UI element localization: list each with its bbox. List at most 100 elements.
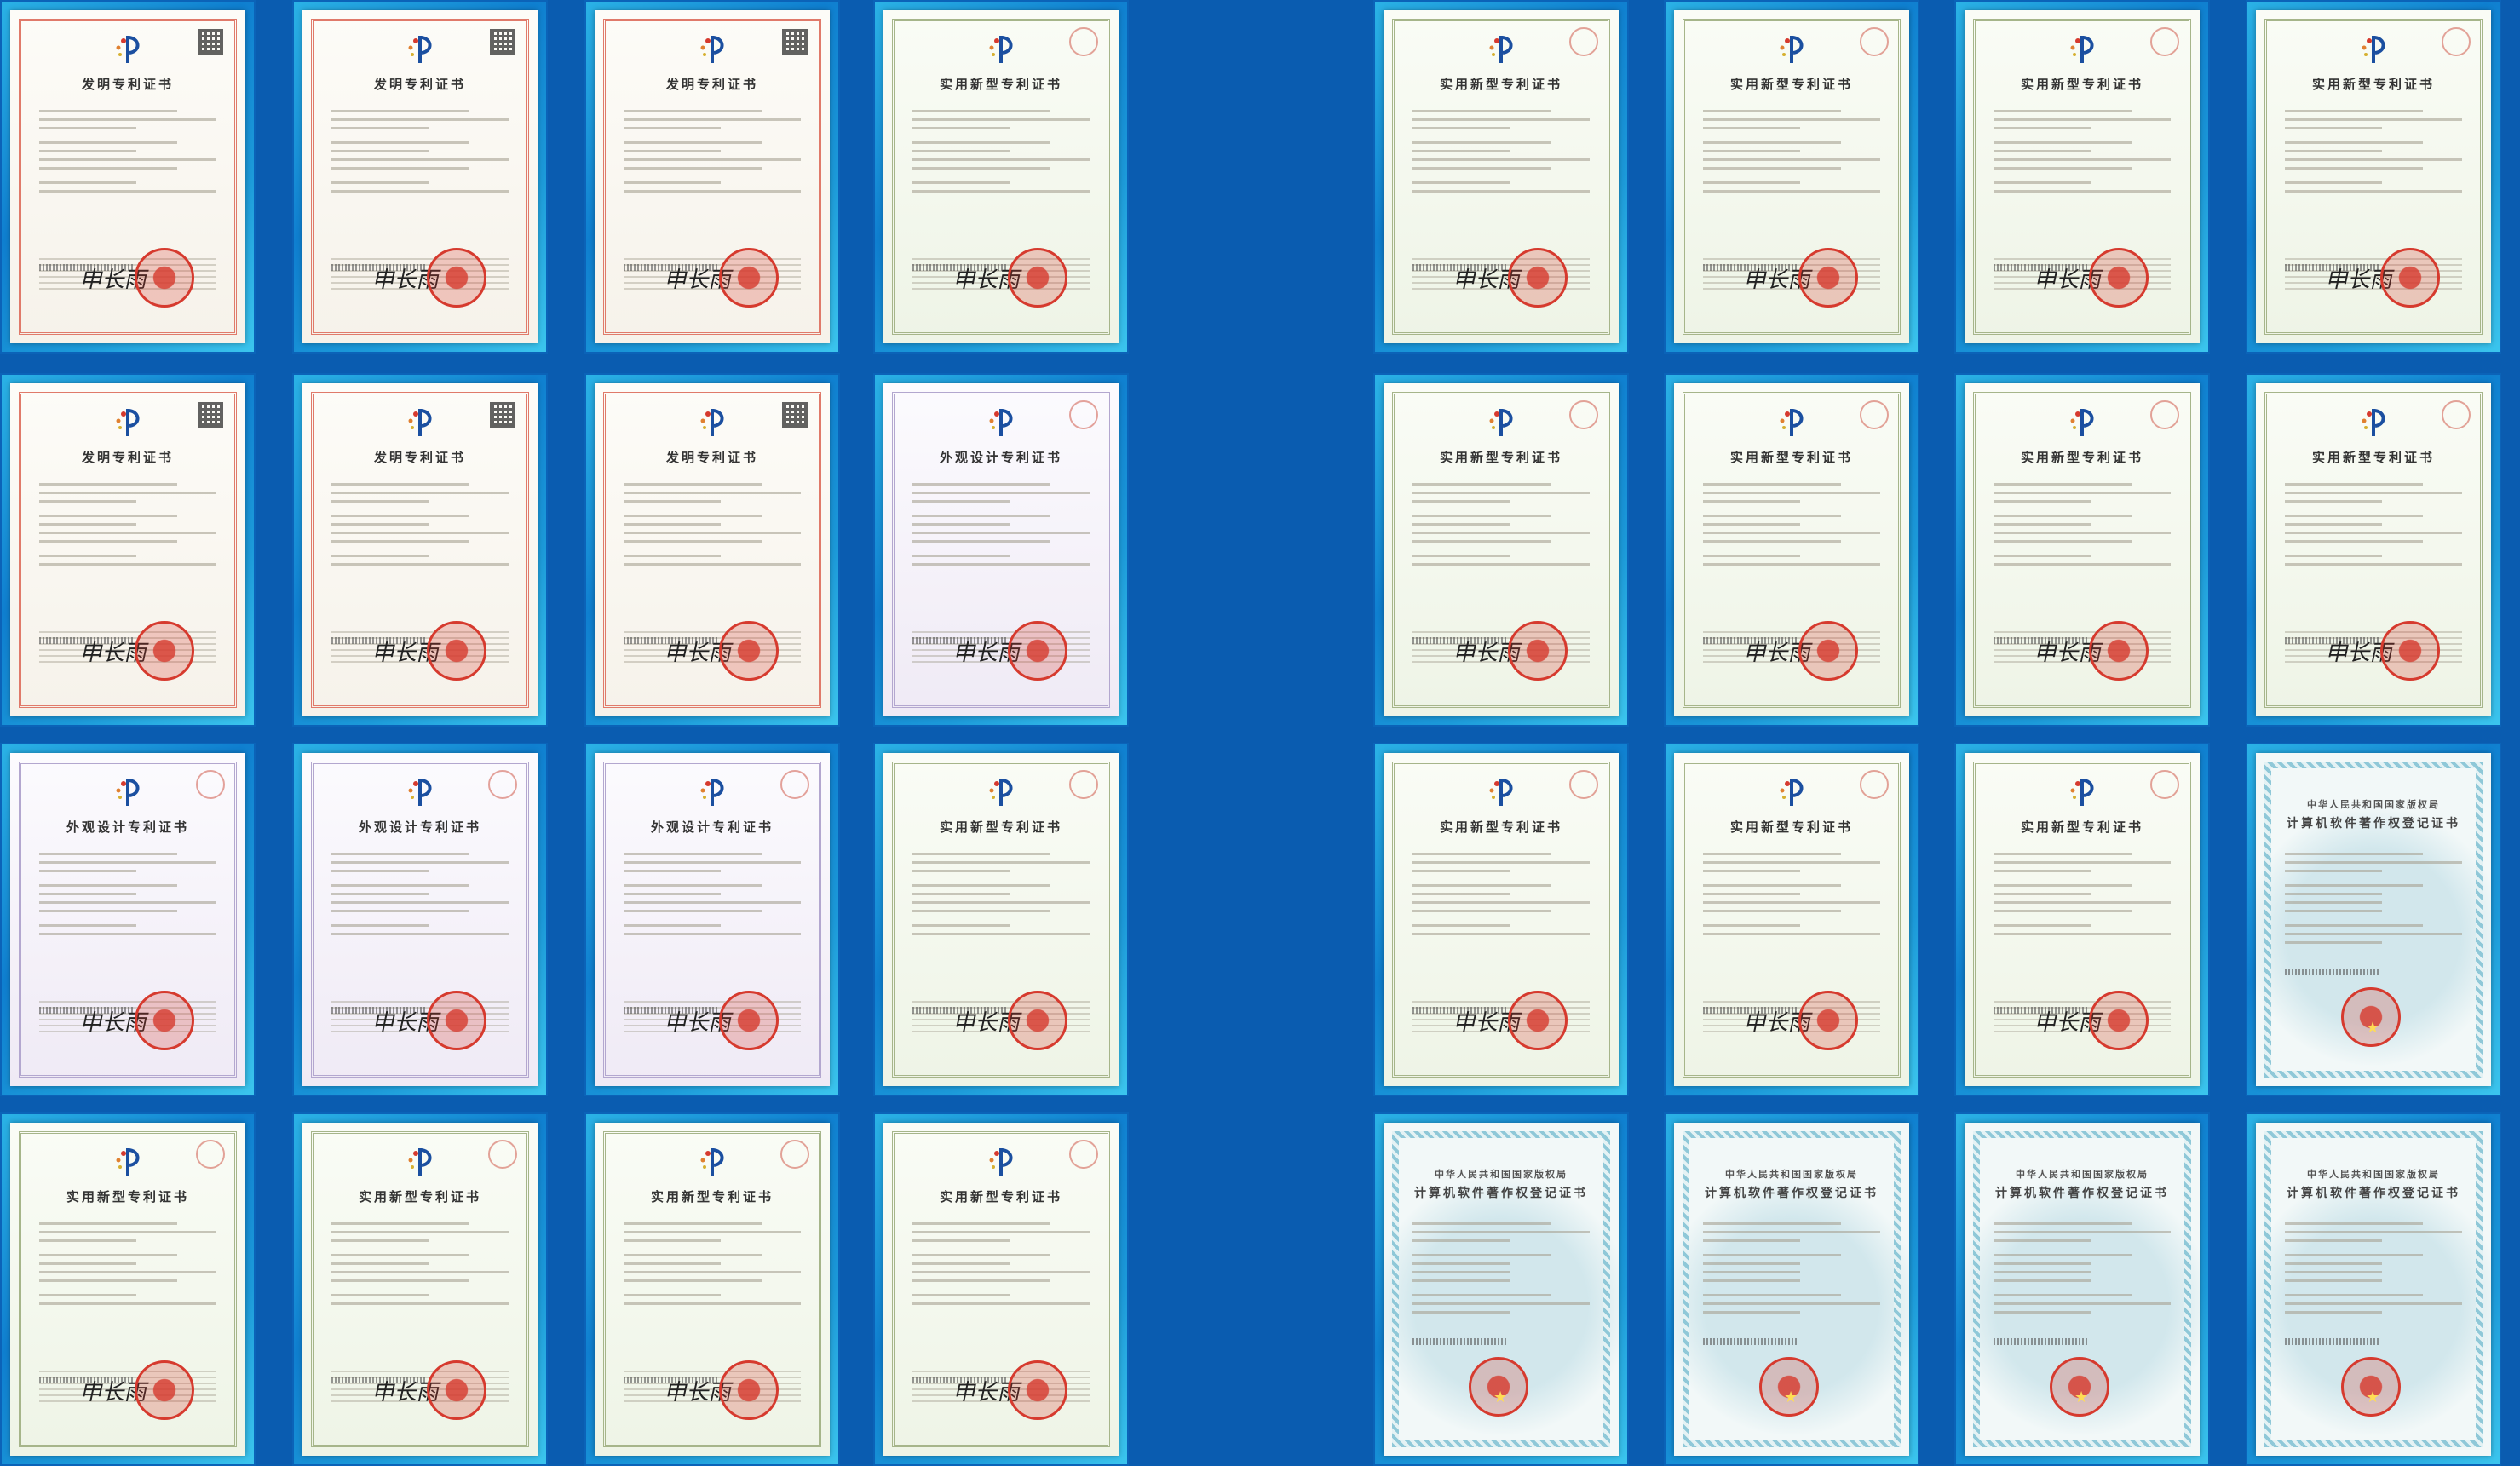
text-line [1994, 532, 2171, 534]
text-line [331, 181, 429, 184]
text-line [624, 1239, 722, 1242]
certificate-title: 计算机软件著作权登记证书 [1414, 1187, 1588, 1200]
text-line [331, 1239, 429, 1242]
barcode-icon [2285, 969, 2379, 975]
text-line [1994, 870, 2091, 872]
certificate-frame: 实用新型专利证书 申长雨 [584, 1112, 840, 1466]
text-line [912, 141, 1051, 144]
official-seal-icon [719, 991, 779, 1050]
certificate-title: 计算机软件著作权登记证书 [1995, 1187, 2169, 1200]
text-line [2285, 884, 2424, 887]
text-line [2285, 118, 2462, 121]
certificate-details [2285, 477, 2462, 622]
text-line [1994, 500, 2091, 503]
patent-office-logo-icon [1780, 409, 1804, 436]
certificate-title: 实用新型专利证书 [650, 1189, 774, 1204]
official-seal-icon [1469, 1357, 1528, 1417]
patent-certificate: 实用新型专利证书 申长雨 [1965, 383, 2200, 716]
text-line [1994, 1279, 2091, 1282]
certificate-details [912, 477, 1090, 622]
official-seal-icon [427, 991, 486, 1050]
certificate-details [1412, 104, 1590, 249]
text-line [624, 884, 762, 887]
patent-office-logo-icon [1780, 779, 1804, 806]
text-line [2285, 167, 2424, 170]
text-line [912, 1294, 1010, 1296]
text-line [1412, 884, 1551, 887]
text-line [1412, 540, 1551, 543]
star-icon: ★ [1493, 1388, 1508, 1406]
text-line [1412, 1231, 1590, 1233]
text-line [1994, 884, 2132, 887]
text-line [39, 190, 216, 193]
text-line [2285, 1279, 2383, 1282]
official-seal-icon [719, 1360, 779, 1420]
issuing-authority: 中华人民共和国国家版权局 [2016, 1169, 2149, 1180]
software-copyright-certificate: 中华人民共和国国家版权局 计算机软件著作权登记证书 ★ [2256, 1123, 2491, 1456]
text-line [912, 158, 1090, 161]
patent-certificate: 发明专利证书 申长雨 [595, 383, 830, 716]
patent-office-logo-icon [408, 779, 432, 806]
text-line [39, 1271, 216, 1273]
certificate-frame: 中华人民共和国国家版权局计算机软件著作权登记证书 ★ [1954, 1112, 2210, 1466]
text-line [331, 1001, 509, 1003]
text-line [912, 924, 1010, 927]
certificate-details [624, 477, 801, 622]
patent-certificate: 实用新型专利证书 申长雨 [1674, 10, 1909, 343]
text-line [912, 258, 1090, 260]
corner-seal-icon [1569, 770, 1598, 799]
corner-seal-icon [1860, 400, 1889, 429]
text-line [912, 523, 1010, 526]
text-line [2285, 870, 2383, 872]
text-line [624, 181, 722, 184]
text-line [1994, 1231, 2171, 1233]
official-seal-icon [1508, 621, 1568, 681]
certificate-details [331, 477, 509, 622]
text-line [331, 540, 470, 543]
certificate-frame: 实用新型专利证书 申长雨 [1954, 373, 2210, 727]
patent-office-logo-icon [989, 409, 1013, 436]
text-line [1994, 167, 2132, 170]
text-line [1412, 1001, 1590, 1003]
patent-certificate: 实用新型专利证书 申长雨 [883, 753, 1119, 1086]
text-line [912, 540, 1051, 543]
certificate-title: 实用新型专利证书 [1439, 450, 1562, 465]
certificate-details [1994, 104, 2171, 249]
text-line [624, 1001, 801, 1003]
text-line [1703, 861, 1880, 864]
text-line [912, 631, 1090, 633]
certificate-title: 实用新型专利证书 [1729, 77, 1853, 92]
text-line [1994, 1262, 2091, 1265]
certificate-title: 发明专利证书 [81, 77, 174, 92]
star-icon: ★ [2074, 1388, 2089, 1406]
text-line [1412, 167, 1551, 170]
text-line [912, 1302, 1090, 1305]
qr-code-icon [490, 402, 515, 428]
patent-office-logo-icon [1489, 779, 1513, 806]
qr-code-icon [490, 29, 515, 55]
text-line [1703, 515, 1842, 517]
text-line [39, 884, 178, 887]
text-line [1412, 141, 1551, 144]
corner-seal-icon [1069, 27, 1098, 56]
corner-seal-icon [2150, 400, 2179, 429]
text-line [331, 258, 509, 260]
certificate-frame: 实用新型专利证书 申长雨 [0, 1112, 256, 1466]
patent-office-logo-icon [1780, 36, 1804, 63]
text-line [1703, 893, 1801, 895]
text-line [1994, 190, 2171, 193]
text-line [331, 1262, 429, 1265]
text-line [1994, 258, 2171, 260]
text-line [1412, 933, 1590, 935]
certificate-frame: 发明专利证书 申长雨 [292, 0, 548, 354]
text-line [1412, 901, 1590, 904]
text-line [331, 1231, 509, 1233]
text-line [1994, 1254, 2132, 1256]
text-line [2285, 181, 2383, 184]
text-line [1703, 523, 1801, 526]
text-line [1412, 1254, 1551, 1256]
text-line [331, 910, 470, 912]
software-copyright-certificate: 中华人民共和国国家版权局计算机软件著作权登记证书 ★ [1965, 1123, 2200, 1456]
text-line [1703, 150, 1801, 152]
corner-seal-icon [780, 770, 809, 799]
